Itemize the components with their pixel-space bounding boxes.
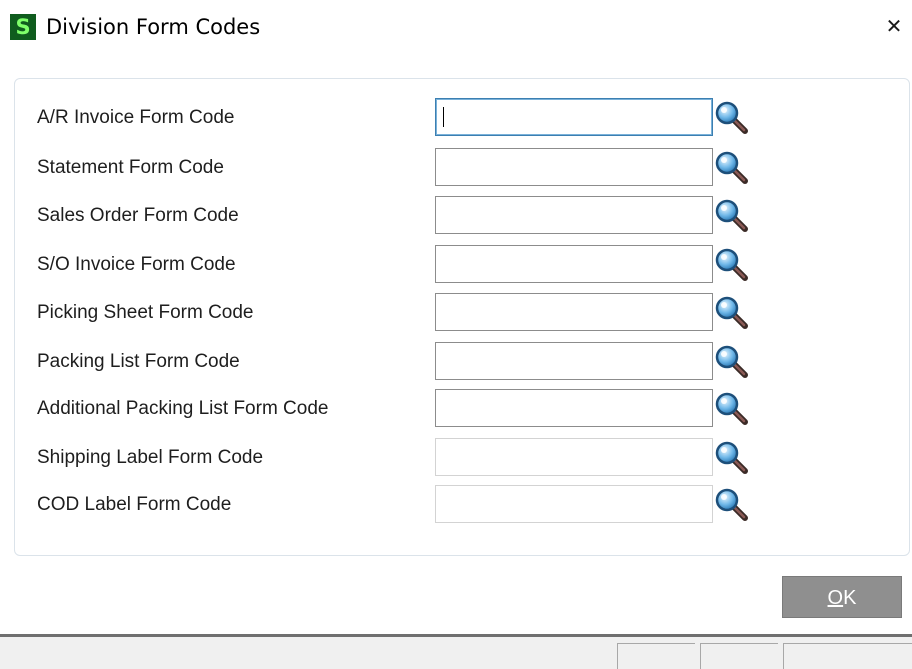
so-invoice-lookup-icon[interactable] [714, 247, 750, 283]
ar-invoice-lookup-icon[interactable] [714, 100, 750, 136]
form-row-shipping-label: Shipping Label Form Code [15, 438, 909, 478]
sage-app-icon: S [10, 14, 36, 40]
status-pane-1 [617, 643, 695, 669]
sales-order-form-code-label: Sales Order Form Code [37, 205, 239, 226]
so-invoice-form-code-label: S/O Invoice Form Code [37, 254, 236, 275]
picking-sheet-lookup-icon[interactable] [714, 295, 750, 331]
shipping-label-lookup-icon[interactable] [714, 440, 750, 476]
text-caret [443, 107, 444, 127]
division-form-codes-dialog: S Division Form Codes ✕ A/R Invoice Form… [0, 0, 912, 669]
form-codes-panel: A/R Invoice Form Code Statement Form Cod… [14, 78, 910, 556]
sales-order-form-code-input[interactable] [435, 196, 713, 234]
form-row-statement: Statement Form Code [15, 148, 909, 188]
cod-label-form-code-label: COD Label Form Code [37, 494, 232, 515]
form-row-ar-invoice: A/R Invoice Form Code [15, 98, 909, 138]
additional-packing-list-lookup-icon[interactable] [714, 391, 750, 427]
cod-label-lookup-icon[interactable] [714, 487, 750, 523]
additional-packing-list-form-code-label: Additional Packing List Form Code [37, 398, 329, 419]
picking-sheet-form-code-input[interactable] [435, 293, 713, 331]
form-row-sales-order: Sales Order Form Code [15, 196, 909, 236]
window-title: Division Form Codes [46, 15, 261, 39]
ar-invoice-form-code-input[interactable] [435, 98, 713, 136]
cod-label-form-code-input [435, 485, 713, 523]
shipping-label-form-code-label: Shipping Label Form Code [37, 447, 264, 468]
statement-form-code-label: Statement Form Code [37, 157, 224, 178]
form-row-picking-sheet: Picking Sheet Form Code [15, 293, 909, 333]
form-row-additional-packing-list: Additional Packing List Form Code [15, 389, 909, 429]
packing-list-lookup-icon[interactable] [714, 344, 750, 380]
form-row-cod-label: COD Label Form Code [15, 485, 909, 525]
title-bar: S Division Form Codes ✕ [0, 0, 912, 56]
picking-sheet-form-code-label: Picking Sheet Form Code [37, 302, 254, 323]
ok-label-rest: K [843, 587, 857, 609]
form-row-so-invoice: S/O Invoice Form Code [15, 245, 909, 285]
ok-button[interactable]: OK [782, 576, 902, 618]
form-row-packing-list: Packing List Form Code [15, 342, 909, 382]
ar-invoice-form-code-label: A/R Invoice Form Code [37, 107, 235, 128]
close-icon: ✕ [885, 14, 903, 38]
packing-list-form-code-input[interactable] [435, 342, 713, 380]
statement-lookup-icon[interactable] [714, 150, 750, 186]
packing-list-form-code-label: Packing List Form Code [37, 351, 240, 372]
ok-accelerator-letter: O [827, 587, 844, 609]
status-bar [0, 634, 912, 669]
status-pane-2 [700, 643, 778, 669]
so-invoice-form-code-input[interactable] [435, 245, 713, 283]
statement-form-code-input[interactable] [435, 148, 713, 186]
sales-order-lookup-icon[interactable] [714, 198, 750, 234]
close-button[interactable]: ✕ [880, 12, 908, 40]
shipping-label-form-code-input [435, 438, 713, 476]
status-pane-3 [783, 643, 912, 669]
additional-packing-list-form-code-input[interactable] [435, 389, 713, 427]
